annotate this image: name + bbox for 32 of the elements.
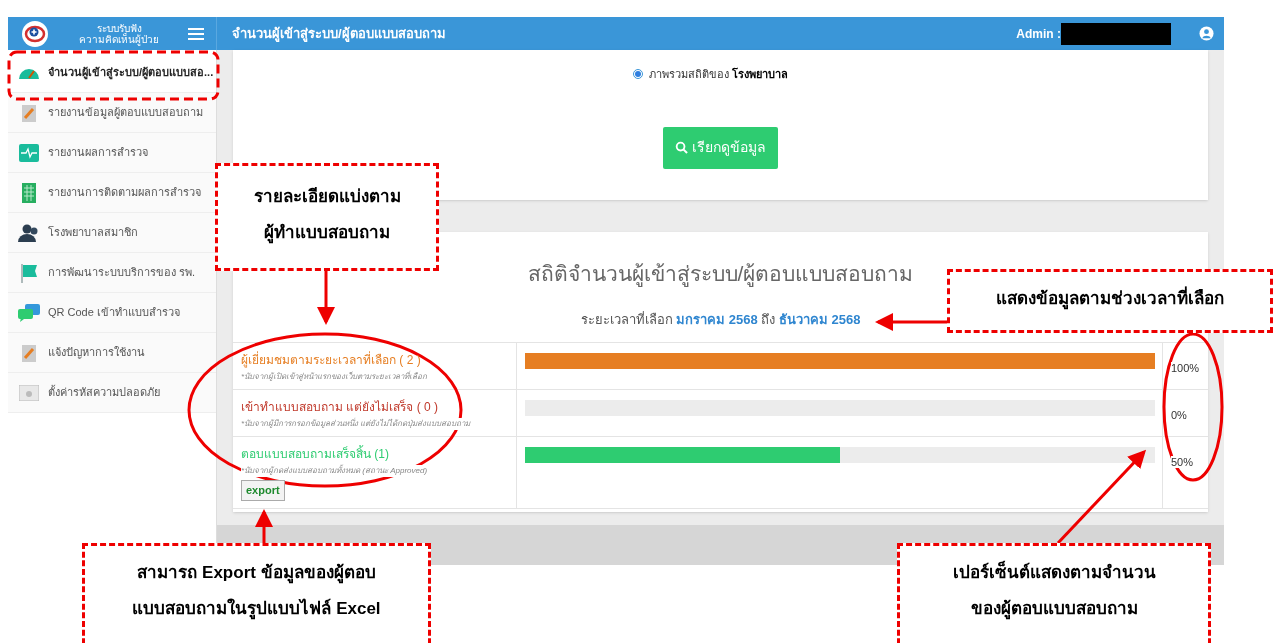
stat-note: *นับจากผู้กดส่งแบบสอบถามทั้งหมด (สถานะ Approved) xyxy=(241,465,428,477)
callout-text: ของผู้ตอบแบบสอบถาม xyxy=(970,598,1138,620)
sidebar-item[interactable]: ตั้งค่ารหัสความปลอดภัย xyxy=(8,373,216,413)
stat-note: *นับจากผู้มีการกรอกข้อมูลส่วนหนึ่ง แต่ยังไม่ได้กดปุ่มส่งแบบสอบถาม xyxy=(241,418,471,430)
period-text: ระยะเวลาที่เลือก มกราคม 2568 ถึง ธันวาคม 2568 xyxy=(580,310,861,329)
callout-text: เปอร์เซ็นต์แสดงตามจำนวน xyxy=(952,562,1156,584)
stat-label: ตอบแบบสอบถามเสร็จสิ้น (1) xyxy=(241,445,389,463)
stat-note: *นับจากผู้เปิดเข้าสู่หน้าแรกของเว็บตามระยะเวลาที่เลือก xyxy=(241,371,428,383)
stat-label: เข้าทำแบบสอบถาม แต่ยังไม่เสร็จ ( 0 ) xyxy=(241,398,438,416)
stat-label: ผู้เยี่ยมชมตามระยะเวลาที่เลือก ( 2 ) xyxy=(241,351,421,369)
sidebar-item[interactable]: รายงานผลการสำรวจ xyxy=(8,133,216,173)
stats-title: สถิติจำนวนผู้เข้าสู่ระบบ/ผู้ตอบแบบสอบถาม xyxy=(526,261,915,289)
sidebar-item[interactable]: รายงานข้อมูลผู้ตอบแบบสอบถาม xyxy=(8,93,216,133)
sidebar-item[interactable]: แจ้งปัญหาการใช้งาน xyxy=(8,333,216,373)
percent-text: 100% xyxy=(1171,362,1200,374)
callout-text: รายละเอียดแบ่งตาม xyxy=(253,186,401,208)
export-button[interactable]: export xyxy=(241,480,285,501)
callout-text: ผู้ทำแบบสอบถาม xyxy=(264,222,390,244)
radio-label[interactable]: ภาพรวมสถิติของ โรงพยาบาล xyxy=(648,66,789,83)
app-name: ความคิดเห็นผู้ป่วย xyxy=(79,33,159,45)
page-title: จำนวนผู้เข้าสู่ระบบ/ผู้ตอบแบบสอบถาม xyxy=(232,24,446,44)
callout-text: แบบสอบถามในรูปแบบไฟล์ Excel xyxy=(132,598,381,620)
sidebar-item[interactable]: QR Code เข้าทำแบบสำรวจ xyxy=(8,293,216,333)
callout-text: แสดงข้อมูลตามช่วงเวลาที่เลือก xyxy=(996,288,1224,310)
sidebar-item[interactable]: การพัฒนาระบบบริการของ รพ. xyxy=(8,253,216,293)
sidebar-item[interactable]: โรงพยาบาลสมาชิก xyxy=(8,213,216,253)
sidebar-item[interactable]: รายงานการติดตามผลการสำรวจ xyxy=(8,173,216,213)
app-name: ระบบรับฟัง xyxy=(96,22,142,34)
callout-text: สามารถ Export ข้อมูลของผู้ตอบ xyxy=(137,562,376,584)
percent-text: 0% xyxy=(1171,409,1187,421)
admin-label: Admin : xyxy=(1016,25,1061,43)
percent-text: 50% xyxy=(1171,456,1194,468)
